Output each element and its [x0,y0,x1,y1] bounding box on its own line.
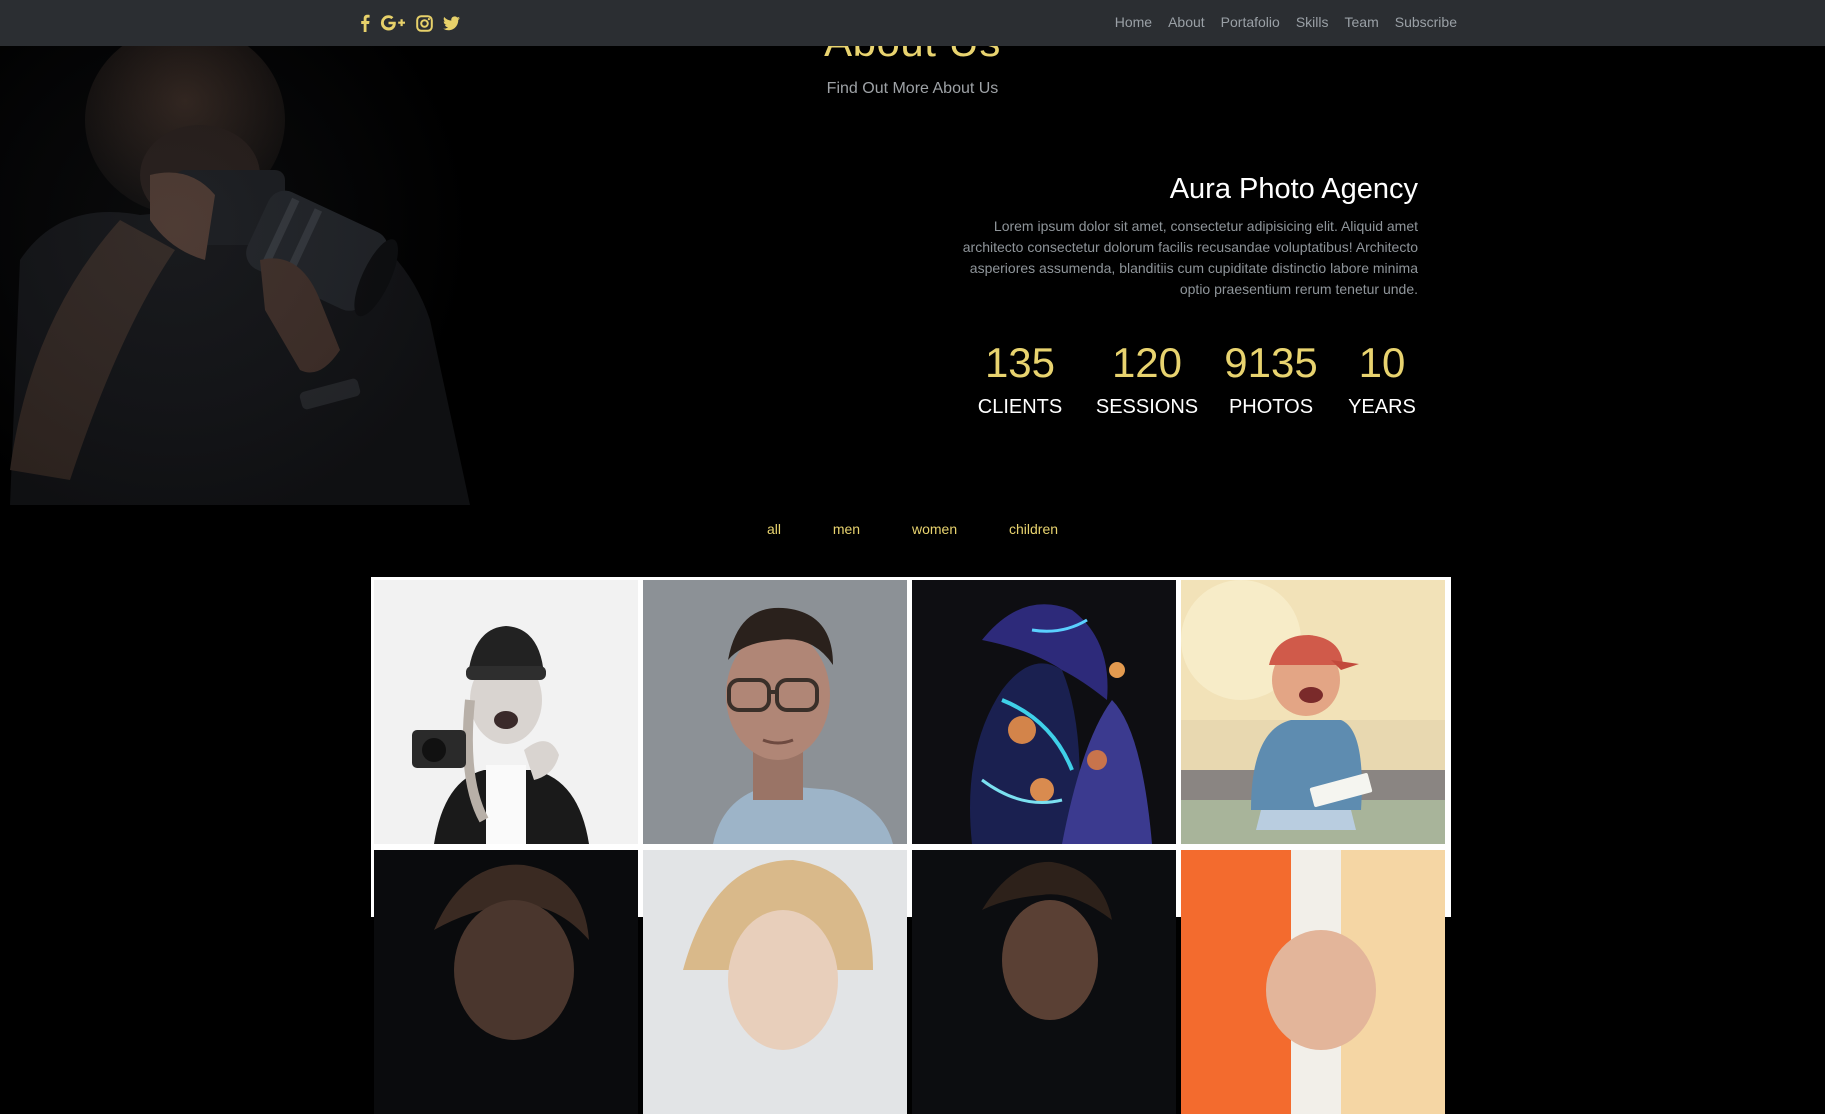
instagram-icon[interactable] [416,13,433,33]
stat-clients: 135 CLIENTS [960,338,1080,419]
stat-label: CLIENTS [977,396,1063,418]
stat-number: 10 [1358,339,1406,386]
gallery-photo-dark-haired-person-partial[interactable] [912,850,1176,1114]
facebook-icon[interactable] [360,13,370,33]
gallery-photo-body-paint-woman[interactable] [912,580,1176,844]
portfolio-filters: all men women children [0,521,1825,537]
agency-description: Lorem ipsum dolor sit amet, consectetur … [962,218,1418,297]
stat-number: 9135 [1224,339,1318,386]
stat-number: 135 [984,339,1056,386]
portfolio-gallery [371,577,1451,1114]
photographer-hero-image [0,0,500,505]
about-subtitle: Find Out More About Us [826,80,999,97]
filter-men[interactable]: men [833,521,860,537]
stat-label: SESSIONS [1095,396,1199,418]
stat-label: PHOTOS [1228,396,1314,418]
gallery-photo-woman-with-camera[interactable] [374,580,638,844]
nav-subscribe[interactable]: Subscribe [1395,14,1457,30]
nav-home[interactable]: Home [1115,14,1152,30]
gallery-photo-man-with-glasses[interactable] [643,580,907,844]
nav-team[interactable]: Team [1345,14,1379,30]
filter-all[interactable]: all [767,521,781,537]
stats-row: 135 CLIENTS 120 SESSIONS 9135 PHOTOS 10 … [960,338,1430,428]
nav-about[interactable]: About [1168,14,1205,30]
gallery-photo-child-orange-background-partial[interactable] [1181,850,1445,1114]
navbar: Home About Portafolio Skills Team Subscr… [0,0,1825,46]
google-plus-icon[interactable] [380,13,406,33]
gallery-photo-blonde-person-partial[interactable] [643,850,907,1114]
agency-title: Aura Photo Agency [1169,173,1418,205]
gallery-photo-man-partial[interactable] [374,850,638,1114]
gallery-photo-laughing-boy[interactable] [1181,580,1445,844]
nav-portafolio[interactable]: Portafolio [1221,14,1280,30]
stat-label: YEARS [1348,396,1416,418]
stat-sessions: 120 SESSIONS [1087,338,1207,419]
main-nav: Home About Portafolio Skills Team Subscr… [1115,14,1457,30]
stat-number: 120 [1111,339,1183,386]
nav-skills[interactable]: Skills [1296,14,1329,30]
filter-women[interactable]: women [912,521,957,537]
twitter-icon[interactable] [443,13,460,33]
filter-children[interactable]: children [1009,521,1058,537]
stat-photos: 9135 PHOTOS [1211,338,1331,419]
stat-years: 10 YEARS [1322,338,1442,419]
social-links [360,13,460,33]
